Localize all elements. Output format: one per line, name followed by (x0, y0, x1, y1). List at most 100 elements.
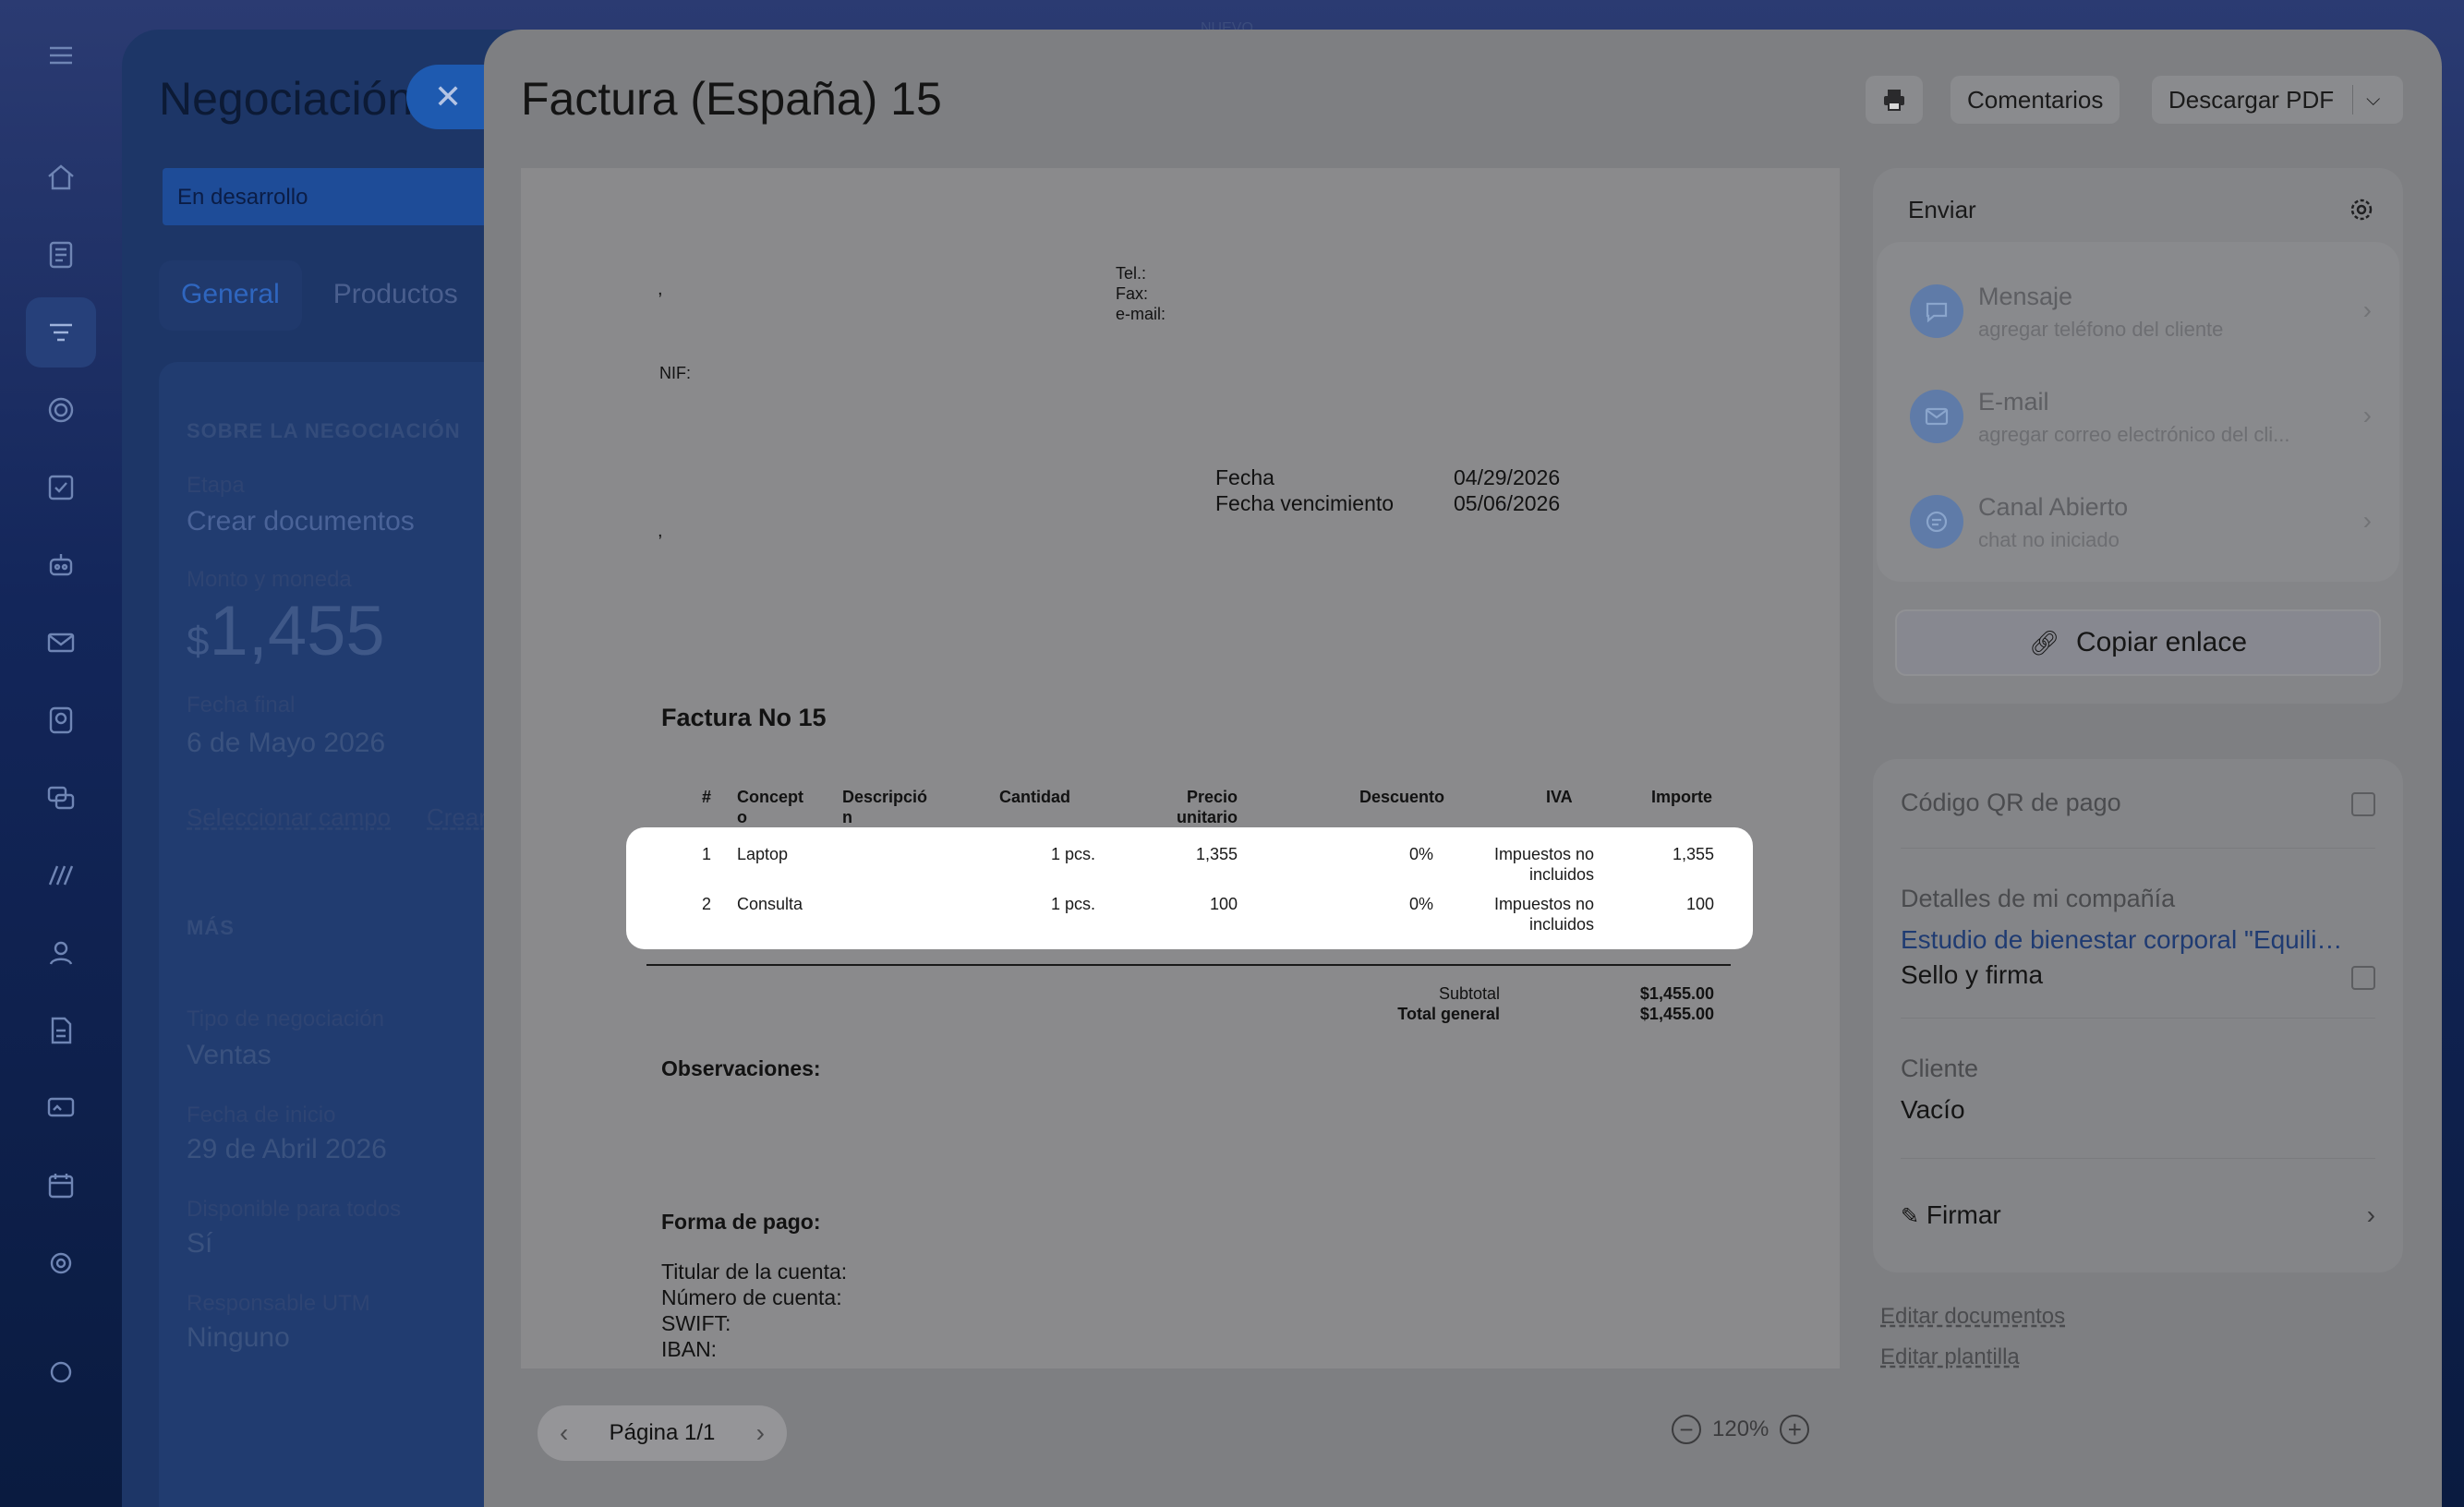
company-link[interactable]: Estudio de bienestar corporal "Equilibri… (1901, 925, 2344, 955)
link-icon: 🔗︎ (2028, 628, 2059, 657)
download-pdf-label: Descargar PDF (2168, 85, 2335, 114)
download-pdf-button[interactable]: Descargar PDF ⌵ (2152, 76, 2403, 124)
row-amount: 100 (1685, 895, 1714, 913)
zoom-in-icon[interactable]: + (1780, 1415, 1810, 1444)
row-concept: Laptop (737, 845, 789, 863)
crm-funnel-icon[interactable] (26, 297, 96, 368)
settings-icon[interactable] (41, 1243, 81, 1284)
channel-subtitle: agregar teléfono del cliente (1978, 318, 2224, 341)
send-title: Enviar (1908, 196, 1976, 223)
total-label: Total general (1397, 1005, 1500, 1023)
row-concept: Consulta (737, 895, 803, 913)
row-discount: 0% (1408, 895, 1433, 913)
channel-open-channel[interactable]: Canal Abierto chat no iniciado › (1910, 484, 2372, 576)
responsible-label: Responsable UTM (187, 1291, 370, 1316)
channel-email[interactable]: E-mail agregar correo electrónico del cl… (1910, 379, 2372, 471)
col-discount: Descuento (1359, 788, 1445, 806)
gear-icon[interactable] (2348, 196, 2375, 223)
qr-label: Código QR de pago (1901, 789, 2121, 816)
document-preview[interactable]: , Tel.: Fax: e-mail: NIF: Fecha 04/29/20… (521, 168, 1840, 1368)
chevron-right-icon: › (2366, 1200, 2375, 1229)
divider (1901, 848, 2375, 849)
client-value[interactable]: Vacío (1901, 1095, 1965, 1125)
col-quantity: Cantidad (999, 788, 1071, 806)
col-amount: Importe (1651, 788, 1713, 806)
left-navigation (0, 0, 122, 1507)
available-value: Sí (187, 1228, 213, 1259)
page-title: Factura (España) 15 (521, 73, 942, 125)
chevron-right-icon[interactable]: › (756, 1418, 765, 1448)
deal-title: Negociación (159, 73, 414, 125)
tasks-icon[interactable] (41, 467, 81, 508)
col-vat: IVA (1546, 788, 1573, 806)
subtotal-value: $1,455.00 (1639, 984, 1714, 1003)
message-icon (1910, 284, 1963, 338)
stage-label: Etapa (187, 473, 245, 498)
invoice-heading: Factura No 15 (661, 704, 827, 731)
tab-general[interactable]: General (159, 260, 302, 331)
channel-name: E-mail (1978, 388, 2049, 416)
document-details-card: Código QR de pago Detalles de mi compañí… (1873, 759, 2403, 1272)
stamp-checkbox[interactable] (2351, 966, 2375, 990)
deal-tabs: General Productos (159, 260, 480, 331)
seller-address: , (658, 279, 663, 299)
client-label: Cliente (1901, 1055, 1979, 1082)
page-indicator: Página 1/1 (609, 1420, 716, 1445)
amount-value: 1,455 (209, 592, 385, 670)
stamp-signature-label: Sello y firma (1901, 960, 2044, 989)
row-vat: Impuestos no incluidos (1493, 895, 1594, 934)
col-description: Descripció n (842, 788, 928, 826)
comments-button[interactable]: Comentarios (1951, 76, 2120, 124)
printer-icon (1884, 90, 1904, 111)
contact-center-icon[interactable] (41, 700, 81, 741)
menu-icon[interactable] (41, 35, 81, 76)
deal-type-label: Tipo de negociación (187, 1007, 384, 1031)
col-concept: Concept o (737, 788, 803, 826)
open-channel-icon (1910, 495, 1963, 549)
select-field-link[interactable]: Seleccionar campo (187, 803, 391, 832)
chevron-down-icon[interactable]: ⌵ (2366, 90, 2380, 111)
fax-label: Fax: (1116, 284, 1149, 303)
currency-symbol: $ (187, 619, 210, 664)
chevron-left-icon[interactable]: ‹ (560, 1418, 568, 1448)
zoom-out-icon[interactable]: − (1672, 1415, 1701, 1444)
signature-icon[interactable] (41, 1088, 81, 1128)
sales-icon[interactable] (41, 855, 81, 896)
home-icon[interactable] (41, 157, 81, 198)
robot-icon[interactable] (41, 545, 81, 585)
account-holder-label: Titular de la cuenta: (661, 1260, 848, 1284)
section-more: MÁS (187, 916, 235, 939)
deal-amount: $1,455 (187, 591, 385, 671)
feed-icon[interactable] (41, 235, 81, 275)
totals-divider (646, 964, 1731, 966)
row-amount: 1,355 (1672, 845, 1714, 863)
chat-icon[interactable] (41, 778, 81, 818)
create-field-link[interactable]: Crear (427, 803, 487, 832)
row-number: 2 (702, 895, 712, 913)
send-card: Enviar Mensaje agregar teléfono del clie… (1873, 168, 2403, 704)
users-icon[interactable] (41, 933, 81, 973)
row-unit-price: 1,355 (1195, 845, 1238, 863)
edit-template-link[interactable]: Editar plantilla (1880, 1344, 2020, 1370)
copy-link-button[interactable]: 🔗︎ Copiar enlace (1895, 609, 2381, 676)
channel-message[interactable]: Mensaje agregar teléfono del cliente › (1910, 273, 2372, 366)
channel-subtitle: chat no iniciado (1978, 528, 2120, 551)
calendar-icon[interactable] (41, 1165, 81, 1206)
email-icon (1910, 390, 1963, 443)
print-button[interactable] (1866, 76, 1923, 124)
target-icon[interactable] (41, 390, 81, 430)
mail-icon[interactable] (41, 622, 81, 663)
email-label: e-mail: (1116, 305, 1166, 323)
edit-documents-link[interactable]: Editar documentos (1880, 1304, 2065, 1330)
qr-checkbox[interactable] (2351, 792, 2375, 816)
row-discount: 0% (1408, 845, 1433, 863)
document-icon[interactable] (41, 1010, 81, 1051)
deal-type-value: Ventas (187, 1040, 272, 1070)
help-icon[interactable] (41, 1352, 81, 1392)
sign-row[interactable]: ✎ Firmar › (1901, 1200, 2375, 1230)
copy-link-label: Copiar enlace (2075, 627, 2248, 657)
row-quantity: 1 pcs. (1050, 895, 1095, 913)
stage-value[interactable]: Crear documentos (187, 506, 415, 537)
tab-products[interactable]: Productos (311, 260, 480, 331)
available-label: Disponible para todos (187, 1197, 402, 1222)
